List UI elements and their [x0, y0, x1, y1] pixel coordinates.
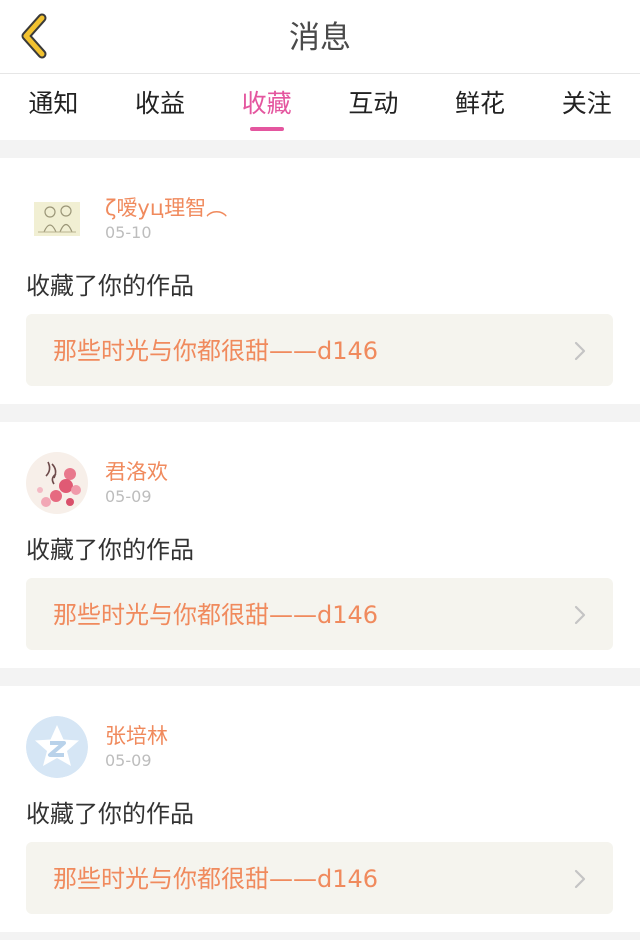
- tab-notice[interactable]: 通知: [0, 74, 107, 140]
- sketch-avatar-icon: [26, 188, 88, 250]
- flower-avatar-icon: [26, 452, 88, 514]
- tab-bar: 通知 收益 收藏 互动 鲜花 关注: [0, 74, 640, 140]
- username[interactable]: 君洛欢: [105, 456, 168, 486]
- tab-favorites[interactable]: 收藏: [213, 74, 320, 140]
- timestamp: 05-09: [105, 751, 152, 770]
- tab-label: 收益: [135, 89, 186, 118]
- username[interactable]: 张培林: [105, 720, 168, 750]
- tab-flowers[interactable]: 鲜花: [427, 74, 534, 140]
- chevron-right-icon: [574, 605, 586, 625]
- tab-follows[interactable]: 关注: [533, 74, 640, 140]
- tab-label: 关注: [561, 89, 612, 118]
- user-row: 君洛欢 05-09: [26, 452, 586, 514]
- user-row: ζ嗳yц理智︵ 05-10: [26, 188, 586, 250]
- work-link[interactable]: 那些时光与你都很甜——d146: [26, 578, 613, 650]
- action-text: 收藏了你的作品: [26, 800, 194, 828]
- timestamp: 05-09: [105, 487, 152, 506]
- user-row: 张培林 05-09: [26, 716, 586, 778]
- timestamp: 05-10: [105, 223, 152, 242]
- tab-label: 通知: [28, 89, 79, 118]
- avatar[interactable]: [26, 716, 88, 778]
- notification-card: ζ嗳yц理智︵ 05-10 收藏了你的作品 那些时光与你都很甜——d146: [0, 158, 640, 404]
- work-link[interactable]: 那些时光与你都很甜——d146: [26, 314, 613, 386]
- notification-list: ζ嗳yц理智︵ 05-10 收藏了你的作品 那些时光与你都很甜——d146 君洛…: [0, 140, 640, 932]
- tab-interactions[interactable]: 互动: [320, 74, 427, 140]
- action-text: 收藏了你的作品: [26, 272, 194, 300]
- tab-label: 收藏: [241, 89, 292, 118]
- tab-label: 鲜花: [455, 89, 506, 118]
- page-title: 消息: [289, 20, 351, 56]
- avatar[interactable]: [26, 188, 88, 250]
- notification-card: 张培林 05-09 收藏了你的作品 那些时光与你都很甜——d146: [0, 686, 640, 932]
- top-bar: 消息: [0, 0, 640, 74]
- work-title: 那些时光与你都很甜——d146: [53, 601, 379, 629]
- chevron-right-icon: [574, 869, 586, 889]
- username[interactable]: ζ嗳yц理智︵: [105, 192, 227, 222]
- work-title: 那些时光与你都很甜——d146: [53, 337, 379, 365]
- qq-star-avatar-icon: [26, 716, 88, 778]
- avatar[interactable]: [26, 452, 88, 514]
- tab-indicator: [249, 127, 284, 131]
- work-title: 那些时光与你都很甜——d146: [53, 865, 379, 893]
- tab-label: 互动: [348, 89, 399, 118]
- work-link[interactable]: 那些时光与你都很甜——d146: [26, 842, 613, 914]
- tab-earnings[interactable]: 收益: [107, 74, 214, 140]
- notification-card: 君洛欢 05-09 收藏了你的作品 那些时光与你都很甜——d146: [0, 422, 640, 668]
- chevron-right-icon: [574, 341, 586, 361]
- action-text: 收藏了你的作品: [26, 536, 194, 564]
